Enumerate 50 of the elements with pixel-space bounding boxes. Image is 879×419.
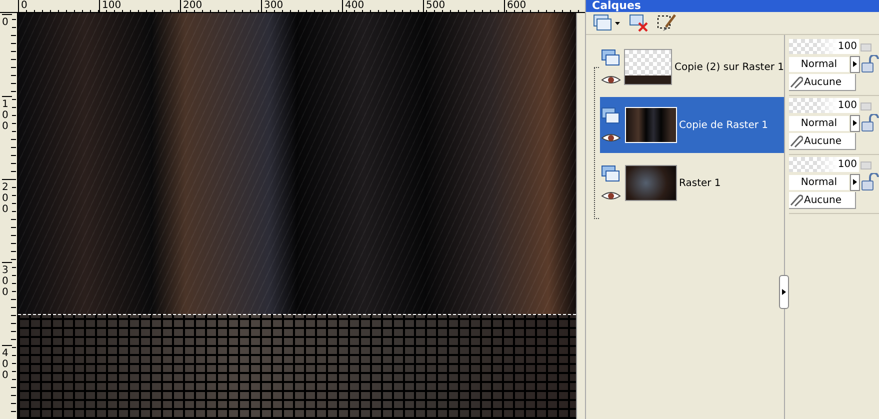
ruler-label: 500 — [423, 0, 504, 12]
layer-icon — [601, 107, 621, 125]
layer-thumbnail — [625, 107, 677, 143]
layer-row[interactable]: Raster 1 — [600, 155, 784, 211]
layer-icon — [601, 165, 621, 183]
ruler-label: 600 — [504, 0, 585, 12]
layer-name: Copie de Raster 1 — [679, 120, 768, 130]
layer-thumbnail — [625, 165, 677, 201]
delete-layer-icon[interactable] — [628, 13, 650, 33]
paperclip-icon — [789, 75, 803, 89]
opacity-field[interactable]: 100 — [789, 39, 859, 54]
ruler-label: 200 — [180, 0, 261, 12]
layer-name: Raster 1 — [679, 178, 721, 188]
mask-mode-button[interactable]: Aucune — [789, 192, 856, 209]
opacity-field[interactable]: 100 — [789, 98, 859, 113]
ruler-label: 100 — [99, 0, 180, 12]
layer-row[interactable]: Copie de Raster 1 — [600, 97, 784, 153]
lock-icon[interactable] — [861, 55, 879, 73]
ruler-label: 400 — [342, 0, 423, 12]
mask-mode-button[interactable]: Aucune — [789, 133, 856, 150]
ruler-label: 0 — [2, 14, 12, 28]
layer-name: Copie (2) sur Raster 1 — [674, 62, 784, 72]
blend-mode-dropdown[interactable]: Normal — [789, 174, 849, 190]
blend-mode-dropdown[interactable]: Normal — [789, 116, 849, 130]
eye-icon[interactable] — [601, 75, 621, 85]
layer-icon — [601, 49, 621, 67]
eye-icon[interactable] — [601, 191, 621, 201]
dropdown-arrow-button[interactable] — [850, 114, 860, 132]
dropdown-arrow-button[interactable] — [850, 56, 860, 72]
layer-thumbnail — [624, 49, 672, 85]
palette-title: Calques — [586, 0, 879, 12]
eye-icon[interactable] — [601, 133, 621, 143]
new-layer-icon[interactable] — [592, 13, 622, 33]
dropdown-arrow-button[interactable] — [850, 174, 860, 190]
mask-brush-icon[interactable] — [656, 13, 678, 33]
ruler-label: 200 — [2, 179, 12, 215]
blend-mode-dropdown[interactable]: Normal — [789, 56, 849, 72]
opacity-field[interactable]: 100 — [789, 157, 859, 172]
ruler-label: 400 — [2, 345, 12, 381]
layer-row[interactable]: Copie (2) sur Raster 1 — [600, 39, 784, 95]
ruler-label: 300 — [261, 0, 342, 12]
ruler-label: 0 — [18, 0, 99, 12]
paperclip-icon — [789, 193, 803, 207]
mask-mode-button[interactable]: Aucune — [789, 74, 856, 91]
paperclip-icon — [789, 134, 803, 148]
lock-icon[interactable] — [861, 114, 879, 132]
collapse-arrow-button[interactable] — [779, 275, 789, 309]
ruler-label: 300 — [2, 262, 12, 298]
ruler-label: 100 — [2, 96, 12, 132]
lock-icon[interactable] — [861, 173, 879, 191]
